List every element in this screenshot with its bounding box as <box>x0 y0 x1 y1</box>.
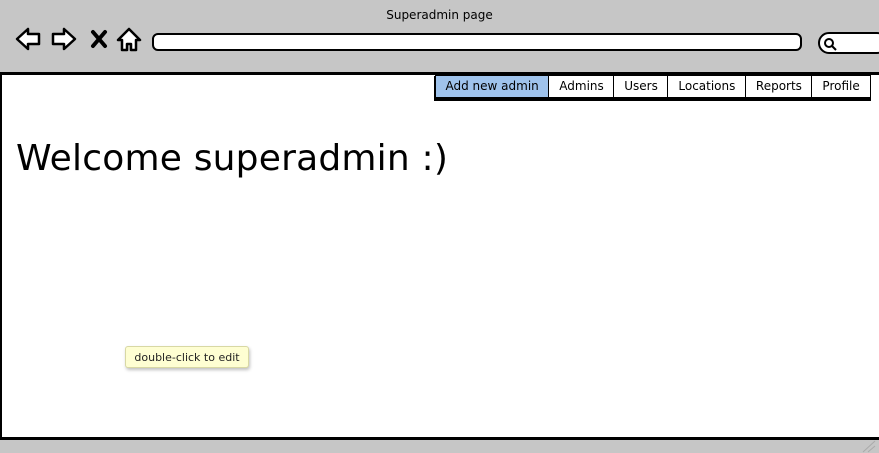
page-heading: Welcome superadmin :) <box>16 138 449 179</box>
tab-profile[interactable]: Profile <box>811 76 871 98</box>
window-border <box>0 75 2 437</box>
nav-tabs: Add new admin Admins Users Locations Rep… <box>433 75 871 100</box>
back-arrow-icon[interactable] <box>14 24 42 54</box>
browser-window: Superadmin page Add new admin Admins Use… <box>0 0 879 453</box>
home-icon[interactable] <box>115 24 143 54</box>
search-box[interactable] <box>818 32 879 54</box>
edit-tooltip: double-click to edit <box>125 346 249 368</box>
tab-reports[interactable]: Reports <box>744 76 813 98</box>
resize-grip-icon[interactable] <box>857 439 877 453</box>
tab-admins[interactable]: Admins <box>548 76 615 98</box>
tab-locations[interactable]: Locations <box>667 76 747 98</box>
address-bar[interactable] <box>152 33 802 54</box>
status-bar <box>0 437 879 453</box>
address-input[interactable] <box>154 39 800 54</box>
tab-add-new-admin[interactable]: Add new admin <box>433 76 550 98</box>
browser-chrome: Superadmin page <box>0 0 879 75</box>
forward-arrow-icon[interactable] <box>50 24 78 54</box>
window-title: Superadmin page <box>386 8 493 22</box>
search-icon <box>824 38 837 51</box>
tab-users[interactable]: Users <box>613 76 669 98</box>
close-x-icon[interactable] <box>88 24 110 54</box>
